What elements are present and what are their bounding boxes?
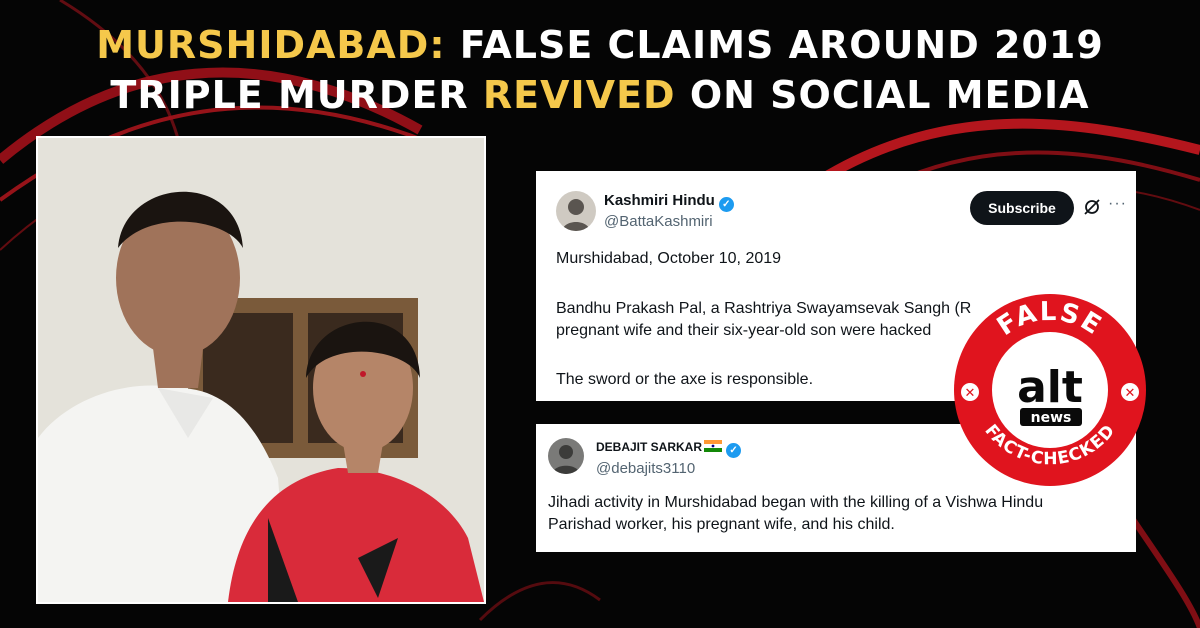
headline-line-2: TRIPLE MURDER REVIVED ON SOCIAL MEDIA <box>0 70 1200 120</box>
subscribe-button[interactable]: Subscribe <box>970 191 1074 225</box>
false-fact-checked-stamp: FALSE FACT-CHECKED ✕ ✕ alt news <box>954 294 1146 486</box>
headline-highlight-1: MURSHIDABAD: <box>96 23 446 67</box>
avatar[interactable] <box>556 191 596 231</box>
tweet-text: Jihadi activity in Murshidabad began wit… <box>548 494 1044 533</box>
tweet-author-name[interactable]: Kashmiri Hindu ✓ <box>604 192 734 212</box>
tweet-author-handle[interactable]: @debajits3110 <box>596 460 695 477</box>
author-name-text[interactable]: DEBAJIT SARKAR <box>596 440 702 454</box>
svg-text:✕: ✕ <box>965 386 976 401</box>
verified-badge-icon: ✓ <box>726 443 742 458</box>
headline-text-1: FALSE CLAIMS AROUND 2019 <box>459 23 1104 67</box>
tweet-text-line-1: Murshidabad, October 10, 2019 <box>556 250 782 267</box>
tweet-text-line-3: pregnant wife and their six-year-old son… <box>556 322 932 339</box>
author-name-text[interactable]: Kashmiri Hindu <box>604 192 715 209</box>
avatar[interactable] <box>548 438 584 474</box>
alt-news-logo: alt <box>1017 362 1083 413</box>
headline-highlight-2: REVIVED <box>482 73 676 117</box>
headline-text-2b: ON SOCIAL MEDIA <box>689 73 1090 117</box>
tweet-author-name[interactable]: DEBAJIT SARKAR ✓ <box>596 440 742 458</box>
headline-line-1: MURSHIDABAD: FALSE CLAIMS AROUND 2019 <box>0 20 1200 70</box>
svg-text:✕: ✕ <box>1125 386 1136 401</box>
grok-icon[interactable] <box>1082 197 1102 217</box>
couple-photo <box>36 136 486 604</box>
more-options-icon[interactable]: ··· <box>1108 195 1127 213</box>
headline-text-2a: TRIPLE MURDER <box>110 73 469 117</box>
page-title: MURSHIDABAD: FALSE CLAIMS AROUND 2019 TR… <box>0 20 1200 120</box>
tweet-text-line-4: The sword or the axe is responsible. <box>556 371 814 388</box>
tweet-author-handle[interactable]: @BattaKashmiri <box>604 213 713 230</box>
india-flag-icon <box>704 440 723 452</box>
tweet-text-line-2: Bandhu Prakash Pal, a Rashtriya Swayamse… <box>556 300 972 317</box>
verified-badge-icon: ✓ <box>718 197 734 212</box>
alt-news-sub-text: news <box>1031 410 1072 426</box>
